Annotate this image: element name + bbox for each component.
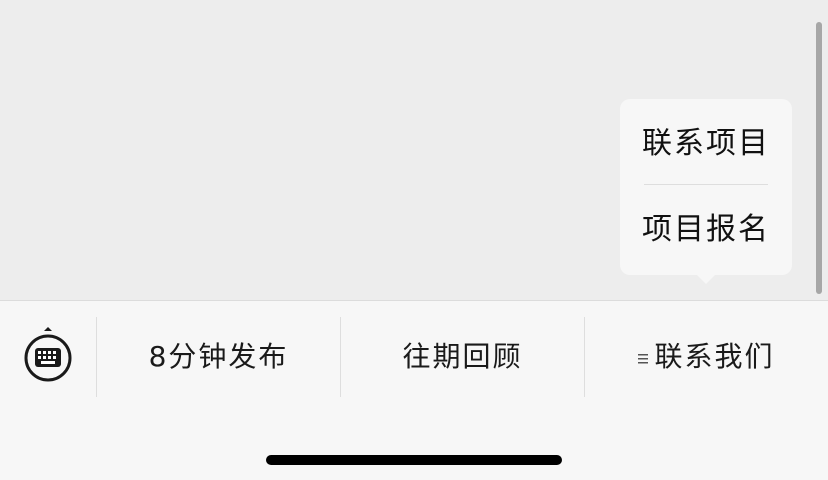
bottom-menu-bar: 8分钟发布 往期回顾 联系我们	[0, 300, 828, 480]
menu-item-contact-us[interactable]: 联系我们	[585, 317, 828, 397]
menu-item-contact-us-label: 联系我们	[654, 340, 775, 373]
submenu-divider	[644, 184, 768, 185]
submenu-item-project-signup[interactable]: 项目报名	[620, 187, 792, 273]
home-indicator[interactable]	[266, 455, 562, 465]
menu-item-past-review[interactable]: 往期回顾	[341, 317, 584, 397]
submenu-item-contact-project[interactable]: 联系项目	[620, 101, 792, 187]
submenu-icon	[638, 316, 649, 396]
submenu-popup: 联系项目 项目报名	[620, 99, 792, 284]
keyboard-icon	[24, 327, 72, 382]
scrollbar[interactable]	[816, 22, 822, 294]
keyboard-toggle-button[interactable]	[22, 327, 74, 385]
wechat-official-account-screen: 联系项目 项目报名 8分钟发布 往期回顾 联系我们	[0, 0, 828, 480]
menu-item-8min-release[interactable]: 8分钟发布	[97, 317, 340, 397]
